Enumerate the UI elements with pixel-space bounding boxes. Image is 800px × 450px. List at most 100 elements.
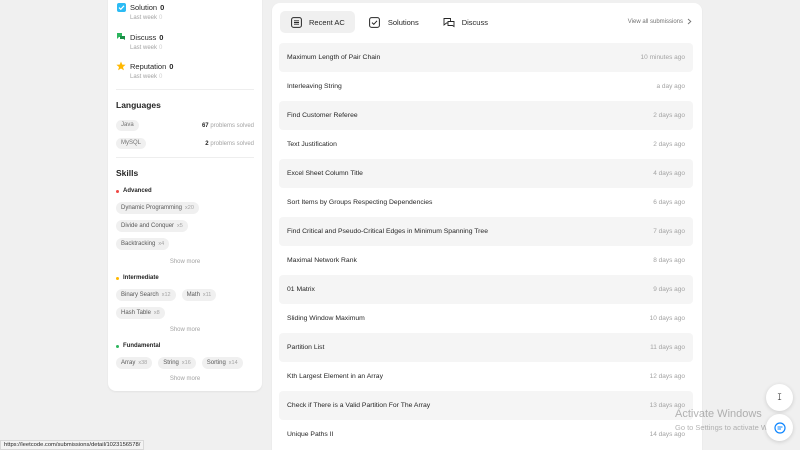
stat-reputation: Reputation 0 Last week 0: [116, 59, 173, 80]
submission-title[interactable]: Maximal Network Rank: [287, 257, 357, 264]
activity-tabs: Recent AC Solutions Discuss: [280, 11, 502, 33]
submission-time: 12 days ago: [649, 373, 685, 380]
skill-tag[interactable]: Divide and Conquer x5: [116, 220, 188, 232]
skill-row: Array x38 String x16 Sorting x14: [116, 357, 243, 369]
solution-icon: [116, 2, 126, 12]
show-more-button[interactable]: Show more: [108, 259, 262, 265]
skill-group-fundamental: Fundamental: [116, 343, 160, 349]
star-icon: [116, 61, 126, 71]
tab-solutions[interactable]: Solutions: [359, 11, 429, 33]
view-all-submissions-link[interactable]: View all submissions: [628, 18, 692, 25]
show-more-button[interactable]: Show more: [108, 376, 262, 382]
submission-title[interactable]: 01 Matrix: [287, 286, 315, 293]
submission-row[interactable]: Text Justification 2 days ago: [279, 130, 693, 159]
show-more-button[interactable]: Show more: [108, 327, 262, 333]
stat-discuss: Discuss 0 Last week 0: [116, 30, 163, 51]
stat-label: Discuss: [130, 32, 157, 42]
submission-title[interactable]: Find Critical and Pseudo-Critical Edges …: [287, 228, 488, 235]
divider: [116, 157, 254, 158]
submission-row[interactable]: Sort Items by Groups Respecting Dependen…: [279, 188, 693, 217]
status-bar-url: https://leetcode.com/submissions/detail/…: [0, 440, 145, 450]
submission-time: 10 minutes ago: [640, 54, 685, 61]
submission-row[interactable]: Find Critical and Pseudo-Critical Edges …: [279, 217, 693, 246]
skill-row: Dynamic Programming x20: [116, 202, 199, 214]
submission-row[interactable]: Sliding Window Maximum 10 days ago: [279, 304, 693, 333]
dot-icon: [116, 189, 119, 193]
stat-sub: Last week 0: [130, 15, 163, 21]
language-row-mysql: MySQL 2 problems solved: [116, 137, 254, 150]
submission-title[interactable]: Partition List: [287, 344, 324, 351]
feedback-button[interactable]: [766, 414, 793, 441]
list-icon: [290, 16, 302, 28]
chat-bubble-icon: [773, 421, 786, 434]
submission-row[interactable]: Find Customer Referee 2 days ago: [279, 101, 693, 130]
tab-discuss[interactable]: Discuss: [433, 11, 498, 33]
submission-row[interactable]: Check if There is a Valid Partition For …: [279, 391, 693, 420]
stat-solution: Solution 0 Last week 0: [116, 0, 164, 21]
submission-row[interactable]: Maximum Length of Pair Chain 10 minutes a…: [279, 43, 693, 72]
submission-time: 14 days ago: [649, 431, 685, 438]
submission-title[interactable]: Sort Items by Groups Respecting Dependen…: [287, 199, 432, 206]
skill-group-advanced: Advanced: [116, 188, 152, 194]
skill-tag[interactable]: Binary Search x12: [116, 289, 176, 301]
language-tag[interactable]: MySQL: [116, 138, 147, 149]
submission-time: 2 days ago: [653, 141, 685, 148]
skill-group-intermediate: Intermediate: [116, 275, 159, 281]
profile-sidebar-card: Solution 0 Last week 0 Discuss 0 Last wee…: [108, 0, 262, 391]
dot-icon: [116, 344, 119, 348]
submission-time: 7 days ago: [653, 228, 685, 235]
divider: [116, 89, 254, 90]
submission-row[interactable]: Excel Sheet Column Title 4 days ago: [279, 159, 693, 188]
stat-sub: Last week 0: [130, 45, 163, 51]
stat-sub: Last week 0: [130, 74, 163, 80]
submission-row[interactable]: Kth Largest Element in an Array 12 days a…: [279, 362, 693, 391]
submission-title[interactable]: Unique Paths II: [287, 431, 333, 438]
submission-time: a day ago: [656, 83, 685, 90]
skill-row: Backtracking x4: [116, 238, 170, 250]
submission-time: 8 days ago: [653, 257, 685, 264]
stat-count: 0: [159, 32, 164, 42]
language-solved: 2 problems solved: [205, 140, 254, 147]
submission-row[interactable]: 01 Matrix 9 days ago: [279, 275, 693, 304]
submission-time: 10 days ago: [649, 315, 685, 322]
submission-title[interactable]: Interleaving String: [287, 83, 342, 90]
translate-button[interactable]: ꕯ: [766, 384, 793, 411]
submission-title[interactable]: Kth Largest Element in an Array: [287, 373, 383, 380]
submission-row[interactable]: Maximal Network Rank 8 days ago: [279, 246, 693, 275]
stat-count: 0: [160, 2, 165, 12]
skill-tag[interactable]: Backtracking x4: [116, 238, 170, 250]
language-row-java: Java 67 problems solved: [116, 119, 254, 132]
tab-label: Recent AC: [309, 17, 345, 27]
skill-tag[interactable]: Hash Table x8: [116, 307, 165, 319]
skill-tag[interactable]: String x16: [158, 357, 196, 369]
submission-title[interactable]: Maximum Length of Pair Chain: [287, 54, 380, 61]
submission-list: Maximum Length of Pair Chain 10 minutes a…: [279, 43, 693, 449]
discuss-icon: [116, 32, 126, 42]
submission-row[interactable]: Unique Paths II 14 days ago: [279, 420, 693, 449]
skill-tag[interactable]: Sorting x14: [201, 357, 243, 369]
skill-tag[interactable]: Math x11: [181, 289, 217, 301]
submission-title[interactable]: Find Customer Referee: [287, 112, 358, 119]
tab-recent-ac[interactable]: Recent AC: [280, 11, 355, 33]
stat-label: Reputation: [130, 61, 167, 71]
submission-time: 11 days ago: [650, 344, 685, 351]
submission-row[interactable]: Interleaving String a day ago: [279, 72, 693, 101]
skill-tag[interactable]: Dynamic Programming x20: [116, 202, 199, 214]
tab-label: Solutions: [387, 17, 419, 27]
chat-icon: [443, 16, 455, 28]
skills-title: Skills: [116, 168, 139, 178]
translate-icon: ꕯ: [777, 392, 782, 402]
checkbox-icon: [369, 16, 381, 28]
submission-title[interactable]: Excel Sheet Column Title: [287, 170, 363, 177]
submission-time: 2 days ago: [653, 112, 685, 119]
submission-title[interactable]: Text Justification: [287, 141, 337, 148]
submission-title[interactable]: Check if There is a Valid Partition For …: [287, 402, 430, 409]
skill-row: Binary Search x12 Math x11: [116, 289, 217, 301]
submission-row[interactable]: Partition List 11 days ago: [279, 333, 693, 362]
submission-title[interactable]: Sliding Window Maximum: [287, 315, 365, 322]
dot-icon: [116, 276, 119, 280]
skill-tag[interactable]: Array x38: [116, 357, 153, 369]
submission-time: 4 days ago: [653, 170, 685, 177]
skill-row: Hash Table x8: [116, 307, 165, 319]
language-tag[interactable]: Java: [116, 120, 139, 131]
